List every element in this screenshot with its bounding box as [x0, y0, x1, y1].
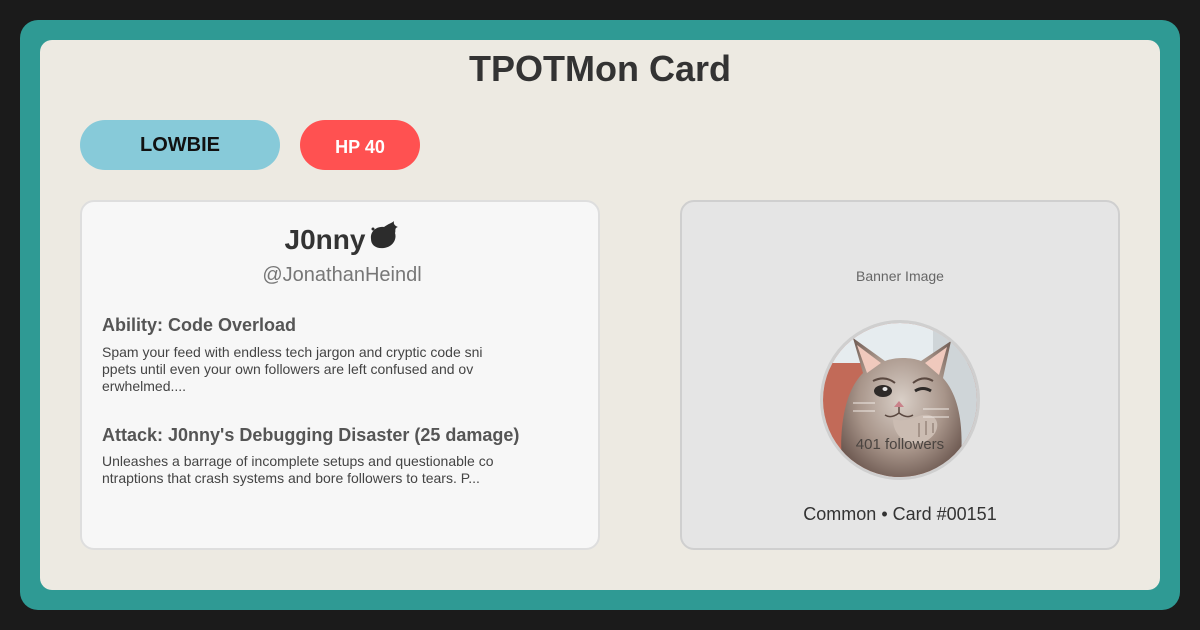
attack-desc-line: ntraptions that crash systems and bore f… — [102, 470, 480, 486]
ability-description: Spam your feed with endless tech jargon … — [102, 344, 502, 395]
follower-count: 401 followers — [855, 436, 945, 453]
info-panel: J0nny @JonathanHeindl Ability: Code Over… — [80, 200, 600, 550]
attack-description: Unleashes a barrage of incomplete setups… — [102, 453, 502, 487]
kitten-avatar-image — [823, 323, 977, 477]
attack-desc-line: Unleashes a barrage of incomplete setups… — [102, 453, 494, 469]
banner-image-label: Banner Image — [856, 268, 944, 284]
card-rarity-number: Common • Card #00151 — [803, 504, 997, 524]
profile-handle: @JonathanHeindl — [262, 264, 422, 286]
media-panel: Banner Image 401 followers Common • Card… — [680, 200, 1120, 550]
profile-name-row: J0nny — [82, 221, 602, 258]
profile-name: J0nny — [284, 224, 366, 255]
rank-badge: LOWBIE — [80, 120, 280, 170]
card-title: TPOTMon Card — [469, 48, 731, 89]
hp-badge: HP 40 — [300, 120, 420, 170]
ability-desc-line: ppets until even your own followers are … — [102, 361, 474, 377]
ability-desc-line: Spam your feed with endless tech jargon … — [102, 344, 483, 360]
ability-title: Ability: Code Overload — [102, 315, 297, 335]
ability-desc-line: erwhelmed.... — [102, 378, 187, 394]
ink-blob-icon — [367, 219, 399, 258]
avatar — [820, 320, 980, 480]
attack-title: Attack: J0nny's Debugging Disaster (25 d… — [102, 425, 520, 445]
